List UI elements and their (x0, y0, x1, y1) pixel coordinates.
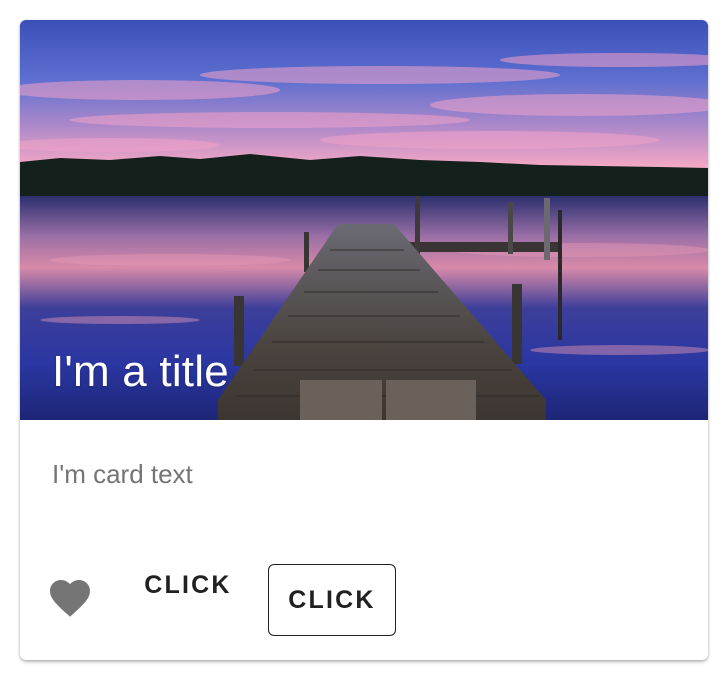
favorite-button[interactable] (46, 574, 94, 622)
click-button[interactable]: CLICK (132, 564, 244, 606)
card: I'm a title I'm card text CLICK CLICK (20, 20, 708, 660)
card-text: I'm card text (52, 459, 193, 489)
card-title: I'm a title (52, 347, 229, 396)
card-image: I'm a title (20, 20, 708, 420)
card-actions: CLICK CLICK (20, 540, 708, 636)
click-outlined-button[interactable]: CLICK (268, 564, 396, 636)
heart-icon (50, 580, 90, 617)
